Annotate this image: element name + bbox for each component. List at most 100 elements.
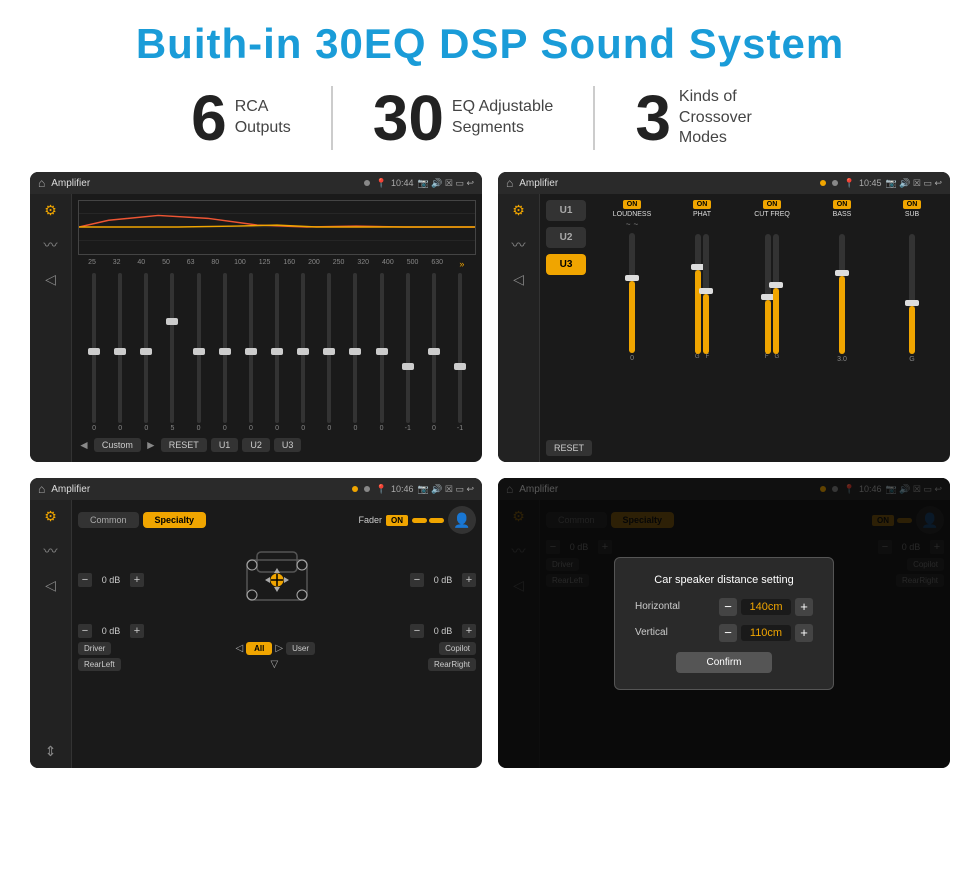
preset-u1-btn[interactable]: U1 [546, 200, 586, 221]
home-icon-crossover[interactable]: ⌂ [506, 176, 513, 190]
fader-down-arrow-area: ▽ [270, 658, 278, 671]
sub-on-btn[interactable]: ON [903, 200, 922, 209]
db-minus-bl[interactable]: − [78, 624, 92, 638]
preset-u2-btn[interactable]: U2 [546, 227, 586, 248]
eq-slider-14[interactable]: -1 [448, 273, 472, 432]
preset-u3-btn[interactable]: U3 [546, 254, 586, 275]
fader-bar-1[interactable] [412, 518, 427, 523]
dialog-vertical-plus[interactable]: + [795, 624, 813, 642]
fader-h-sliders [412, 518, 444, 523]
eq-slider-13[interactable]: 0 [422, 273, 446, 432]
dialog-confirm-button[interactable]: Confirm [676, 652, 771, 673]
db-minus-br[interactable]: − [410, 624, 424, 638]
db-minus-tr[interactable]: − [410, 573, 424, 587]
fader-tab-specialty[interactable]: Specialty [143, 512, 207, 528]
stat-label-crossover: Kinds ofCrossover Modes [679, 87, 789, 149]
cross-sidebar-icon-speaker[interactable]: ◁ [513, 271, 524, 288]
fader-label-text: Fader [358, 515, 382, 525]
fader-tab-common[interactable]: Common [78, 512, 139, 528]
eq-slider-4[interactable]: 0 [187, 273, 211, 432]
stats-row: 6 RCAOutputs 30 EQ AdjustableSegments 3 … [30, 86, 950, 150]
home-icon-eq[interactable]: ⌂ [38, 176, 45, 190]
dialog-horizontal-minus[interactable]: − [719, 598, 737, 616]
fader-content: Common Specialty Fader ON 👤 [72, 500, 482, 768]
eq-u1-btn[interactable]: U1 [211, 438, 239, 452]
eq-sidebar-icon-eq[interactable]: ⚙ [44, 202, 57, 219]
bass-slider[interactable] [839, 234, 845, 354]
eq-slider-8[interactable]: 0 [291, 273, 315, 432]
eq-slider-3[interactable]: 5 [160, 273, 184, 432]
eq-prev-arrow[interactable]: ◄ [78, 438, 90, 452]
loudness-slider[interactable] [629, 233, 635, 353]
cross-sidebar-icon-eq[interactable]: ⚙ [512, 202, 525, 219]
fader-sidebar-icon-speaker[interactable]: ◁ [45, 577, 56, 594]
cross-bass-col: ON BASS 3.0 [810, 200, 874, 363]
dialog-horizontal-plus[interactable]: + [795, 598, 813, 616]
amp-dot-fader [352, 486, 358, 492]
cutfreq-slider-f1[interactable] [765, 234, 771, 354]
fader-sidebar-icon-wave[interactable]: 〰 [44, 541, 58, 561]
fader-copilot-btn[interactable]: Copilot [439, 642, 476, 655]
phat-slider-g[interactable] [695, 234, 701, 354]
eq-slider-1[interactable]: 0 [108, 273, 132, 432]
eq-slider-12[interactable]: -1 [396, 273, 420, 432]
bass-label: BASS [833, 211, 852, 218]
eq-u2-btn[interactable]: U2 [242, 438, 270, 452]
cutfreq-slider-g[interactable] [773, 234, 779, 354]
phat-on-btn[interactable]: ON [693, 200, 712, 209]
eq-slider-7[interactable]: 0 [265, 273, 289, 432]
eq-sidebar-icon-speaker[interactable]: ◁ [45, 271, 56, 288]
eq-slider-0[interactable]: 0 [82, 273, 106, 432]
fader-sidebar-icon-arrows[interactable]: ⇕ [45, 743, 57, 760]
fader-all-btn[interactable]: All [246, 642, 272, 655]
fader-down-arrow[interactable]: ▽ [270, 659, 278, 670]
sub-slider[interactable] [909, 234, 915, 354]
fader-sidebar-icon-eq[interactable]: ⚙ [44, 508, 57, 525]
dialog-horizontal-value: 140cm [741, 599, 791, 615]
eq-graph-svg [79, 201, 475, 254]
stat-number-rca: 6 [191, 86, 227, 150]
eq-slider-9[interactable]: 0 [317, 273, 341, 432]
eq-slider-10[interactable]: 0 [343, 273, 367, 432]
fader-bar-2[interactable] [429, 518, 444, 523]
fader-rearleft-btn[interactable]: RearLeft [78, 658, 121, 671]
db-minus-tl[interactable]: − [78, 573, 92, 587]
fader-center-nav: ◁ All ▷ User [235, 642, 315, 655]
status-bar-crossover: ⌂ Amplifier 📍 10:45 📷 🔊 ☒ ▭ ↩ [498, 172, 950, 194]
fader-user-btn[interactable]: User [286, 642, 315, 655]
eq-u3-btn[interactable]: U3 [274, 438, 302, 452]
loudness-on-btn[interactable]: ON [623, 200, 642, 209]
fader-driver-btn[interactable]: Driver [78, 642, 111, 655]
db-plus-bl[interactable]: + [130, 624, 144, 638]
cutfreq-on-btn[interactable]: ON [763, 200, 782, 209]
fader-main-area: ⚙ 〰 ◁ ⇕ Common Specialty Fader ON [30, 500, 482, 768]
eq-next-arrow[interactable]: ► [145, 438, 157, 452]
eq-reset-btn[interactable]: RESET [161, 438, 207, 452]
screen-eq: ⌂ Amplifier 📍 10:44 📷 🔊 ☒ ▭ ↩ ⚙ 〰 ◁ [30, 172, 482, 462]
phat-slider-f[interactable] [703, 234, 709, 354]
cross-sidebar-icon-wave[interactable]: 〰 [512, 235, 526, 255]
eq-sidebar-icon-wave[interactable]: 〰 [44, 235, 58, 255]
cutfreq-label: CUT FREQ [754, 211, 790, 218]
fader-rearright-btn[interactable]: RearRight [428, 658, 476, 671]
dialog-vertical-minus[interactable]: − [719, 624, 737, 642]
phat-label: PHAT [693, 211, 711, 218]
home-icon-fader[interactable]: ⌂ [38, 482, 45, 496]
page-container: Buith-in 30EQ DSP Sound System 6 RCAOutp… [0, 0, 980, 788]
amp-dot-crossover [820, 180, 826, 186]
fader-left-arrow[interactable]: ◁ [235, 643, 243, 654]
stat-number-crossover: 3 [635, 86, 671, 150]
cross-reset-btn[interactable]: RESET [546, 440, 592, 456]
db-plus-tr[interactable]: + [462, 573, 476, 587]
eq-slider-5[interactable]: 0 [213, 273, 237, 432]
db-value-br: 0 dB [428, 626, 458, 636]
eq-slider-2[interactable]: 0 [134, 273, 158, 432]
fader-profile-icon[interactable]: 👤 [448, 506, 476, 534]
db-plus-tl[interactable]: + [130, 573, 144, 587]
db-plus-br[interactable]: + [462, 624, 476, 638]
bass-on-btn[interactable]: ON [833, 200, 852, 209]
fader-right-arrow[interactable]: ▷ [275, 643, 283, 654]
status-icons-fader: 📍 10:46 📷 🔊 ☒ ▭ ↩ [376, 484, 474, 495]
eq-slider-11[interactable]: 0 [370, 273, 394, 432]
eq-slider-6[interactable]: 0 [239, 273, 263, 432]
